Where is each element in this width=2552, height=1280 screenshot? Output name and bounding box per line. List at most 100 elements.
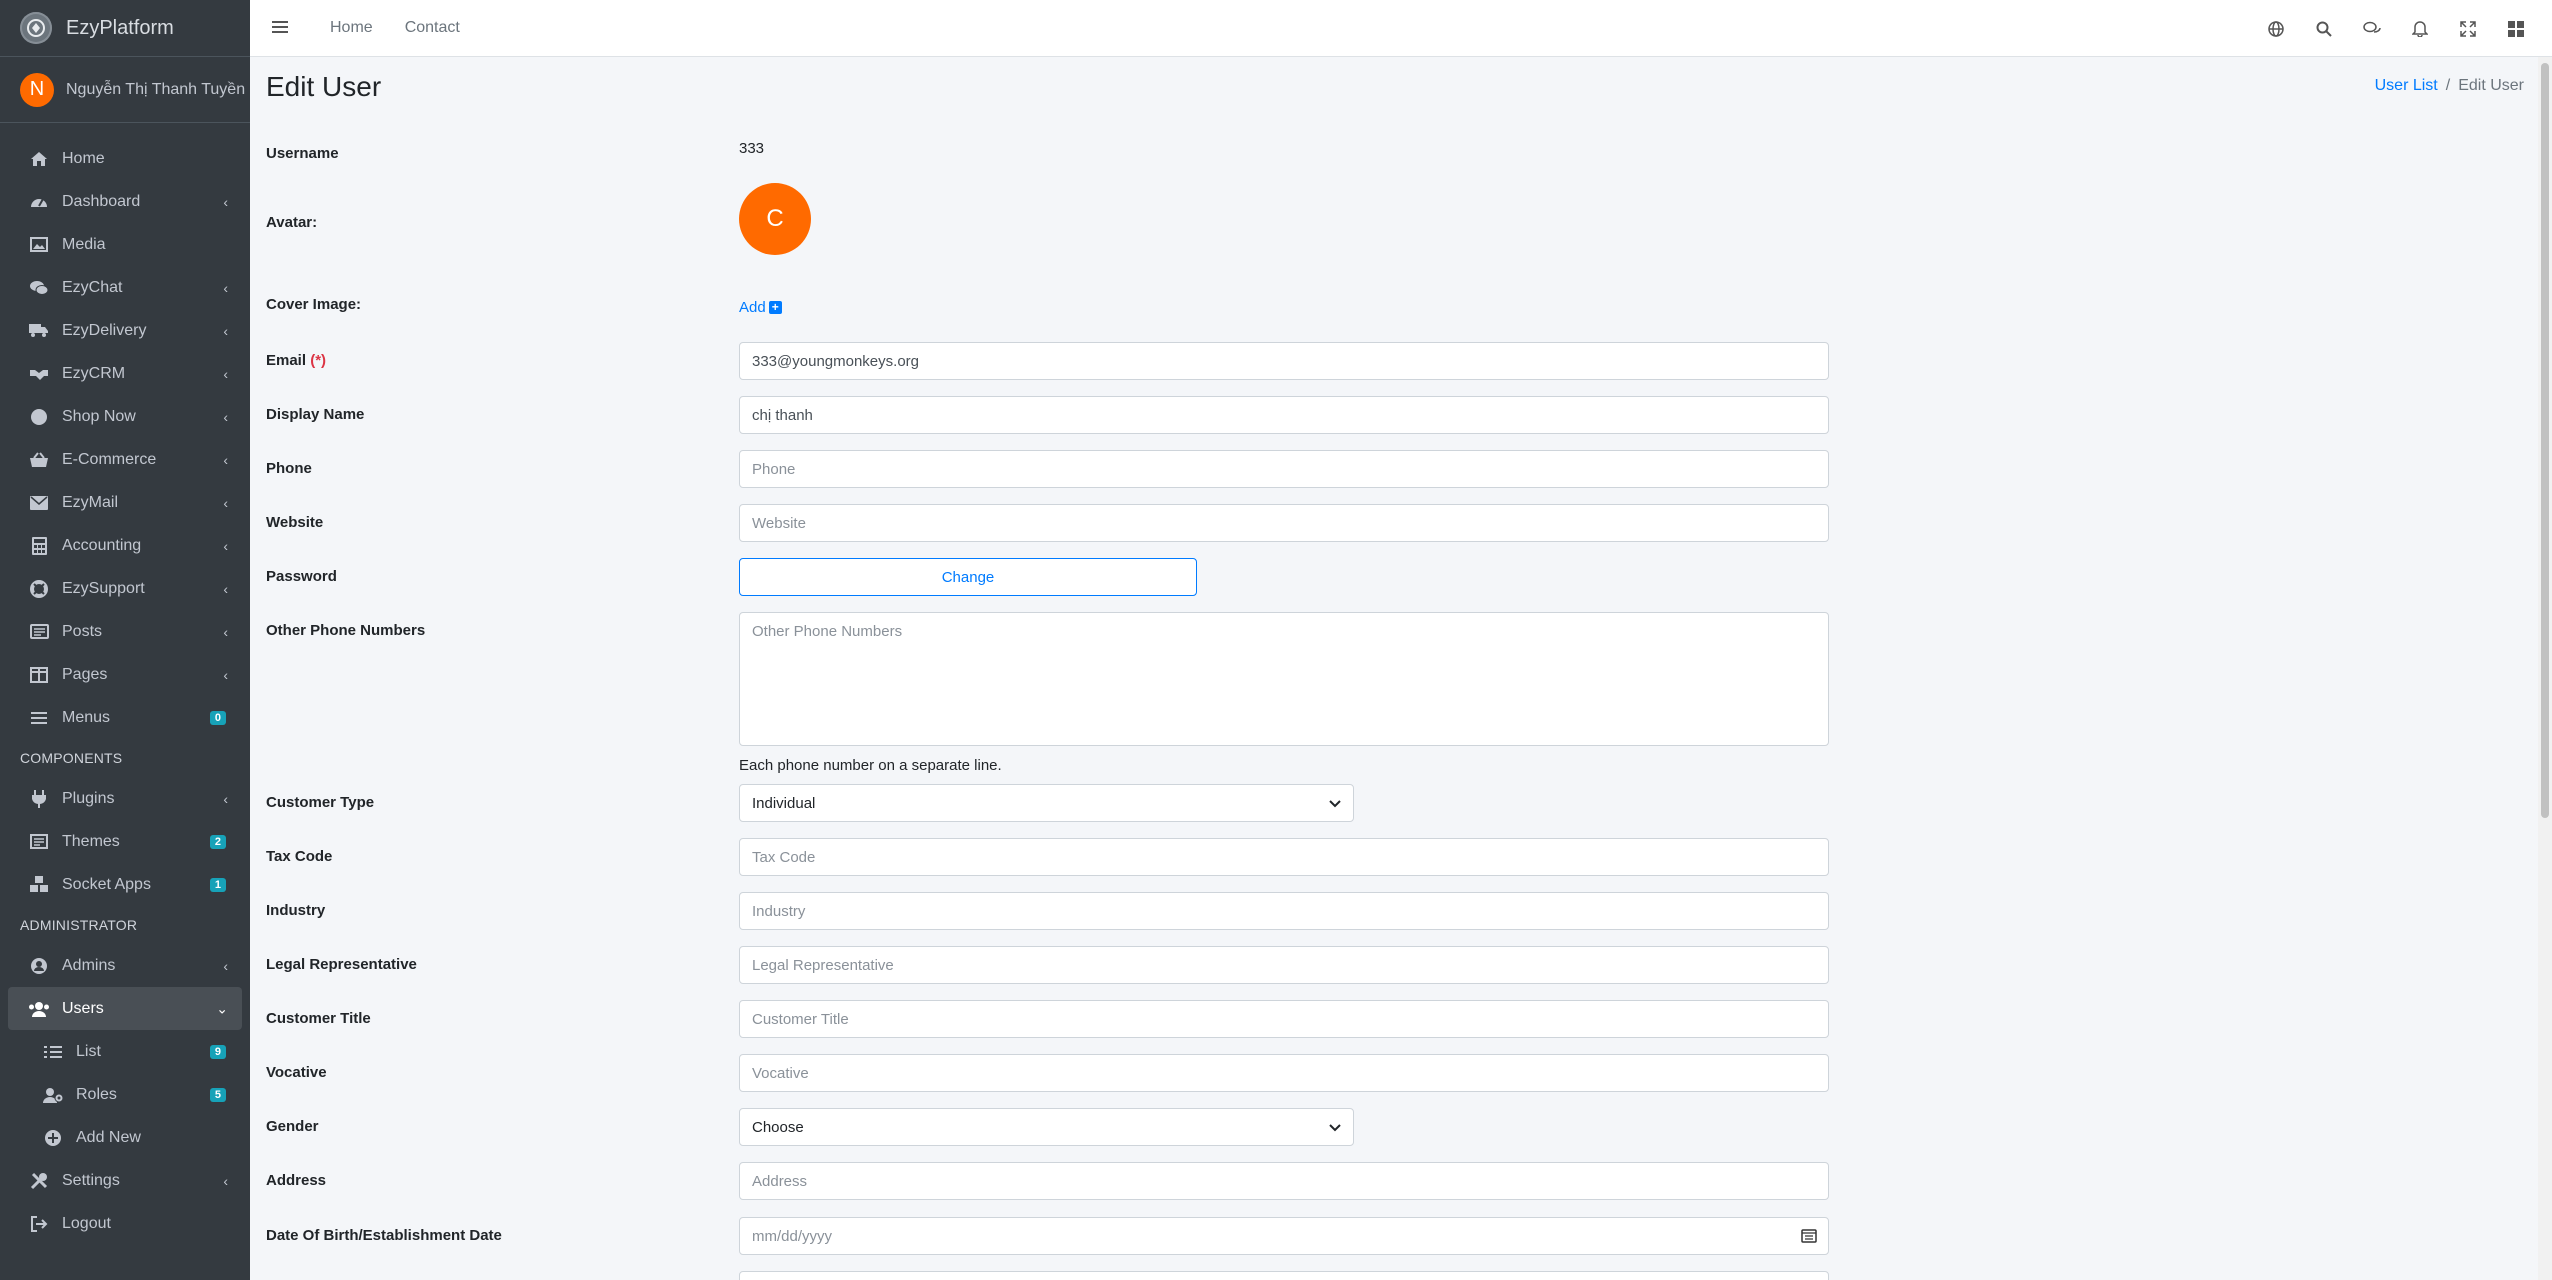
chevron-left-icon: ‹ — [223, 580, 228, 597]
cover-image-add-link[interactable]: Add + — [739, 299, 782, 316]
top-link-home[interactable]: Home — [330, 19, 373, 37]
website-input[interactable] — [739, 504, 1829, 542]
vocative-input[interactable] — [739, 1054, 1829, 1092]
avatar[interactable]: C — [739, 183, 811, 255]
email-label-text: Email — [266, 352, 307, 369]
chevron-left-icon: ‹ — [223, 322, 228, 339]
dob-input[interactable] — [739, 1217, 1829, 1255]
sidebar-item-ezysupport[interactable]: EzySupport ‹ — [0, 567, 250, 610]
columns-icon — [28, 665, 50, 685]
sidebar-item-ezycrm[interactable]: EzyCRM ‹ — [0, 352, 250, 395]
sidebar-item-accounting[interactable]: Accounting ‹ — [0, 524, 250, 567]
expand-icon[interactable] — [2444, 20, 2492, 37]
page-scrollbar[interactable] — [2538, 57, 2552, 1280]
sidebar-item-label: Posts — [62, 622, 103, 640]
image-icon — [28, 235, 50, 255]
gender-label: Gender — [266, 1118, 319, 1135]
next-input-partial[interactable] — [739, 1271, 1829, 1280]
username-value: 333 — [739, 140, 765, 157]
change-password-button[interactable]: Change — [739, 558, 1197, 596]
chevron-left-icon: ‹ — [223, 365, 228, 382]
chevron-down-icon — [1329, 795, 1341, 812]
sidebar-item-themes[interactable]: Themes 2 — [0, 820, 250, 863]
other-phones-label: Other Phone Numbers — [266, 622, 426, 639]
sidebar-item-ezydelivery[interactable]: EzyDelivery ‹ — [0, 309, 250, 352]
sidebar: EzyPlatform N Nguyễn Thị Thanh Tuyền Hom… — [0, 0, 250, 1280]
user-name[interactable]: Nguyễn Thị Thanh Tuyền — [66, 81, 245, 99]
sidebar-item-shop-now[interactable]: Shop Now ‹ — [0, 395, 250, 438]
phone-label: Phone — [266, 460, 312, 477]
scrollbar-thumb[interactable] — [2541, 63, 2549, 818]
username-label: Username — [266, 145, 339, 162]
tax-code-input[interactable] — [739, 838, 1829, 876]
avatar-label: Avatar: — [266, 214, 318, 231]
plus-circle-icon — [42, 1128, 64, 1148]
grid-icon[interactable] — [2492, 20, 2540, 37]
plug-icon — [28, 789, 50, 809]
sidebar-item-menus[interactable]: Menus 0 — [0, 696, 250, 739]
sidebar-item-dashboard[interactable]: Dashboard ‹ — [0, 180, 250, 223]
sidebar-item-e-commerce[interactable]: E-Commerce ‹ — [0, 438, 250, 481]
hamburger-icon[interactable] — [272, 17, 292, 40]
count-badge: 1 — [209, 877, 226, 892]
customer-type-value: Individual — [752, 794, 816, 812]
industry-label: Industry — [266, 902, 326, 919]
calendar-icon[interactable] — [1801, 1228, 1817, 1248]
bars-icon — [28, 708, 50, 728]
sidebar-item-pages[interactable]: Pages ‹ — [0, 653, 250, 696]
comments-icon[interactable] — [2348, 21, 2396, 37]
bell-icon[interactable] — [2396, 20, 2444, 37]
newspaper-icon — [28, 622, 50, 642]
form-row-avatar: Avatar: C — [266, 183, 1846, 259]
chevron-left-icon: ‹ — [223, 957, 228, 974]
sidebar-item-ezymail[interactable]: EzyMail ‹ — [0, 481, 250, 524]
legal-representative-input[interactable] — [739, 946, 1829, 984]
sidebar-item-plugins[interactable]: Plugins ‹ — [0, 777, 250, 820]
sidebar-item-list[interactable]: List 9 — [0, 1030, 250, 1073]
sidebar-item-roles[interactable]: Roles 5 — [0, 1073, 250, 1116]
sidebar-item-admins[interactable]: Admins ‹ — [0, 944, 250, 987]
cover-image-label: Cover Image: — [266, 296, 362, 313]
address-input[interactable] — [739, 1162, 1829, 1200]
sidebar-item-home[interactable]: Home — [0, 137, 250, 180]
count-badge: 2 — [209, 834, 226, 849]
form-row-address: Address — [266, 1162, 1846, 1200]
count-badge: 9 — [209, 1044, 226, 1059]
brand[interactable]: EzyPlatform — [0, 0, 250, 57]
user-panel[interactable]: N Nguyễn Thị Thanh Tuyền — [0, 57, 250, 123]
chevron-left-icon: ‹ — [223, 279, 228, 296]
chevron-left-icon: ‹ — [223, 666, 228, 683]
industry-input[interactable] — [739, 892, 1829, 930]
chevron-left-icon: ‹ — [223, 790, 228, 807]
customer-type-label: Customer Type — [266, 794, 375, 811]
chat-icon — [28, 278, 50, 298]
sidebar-item-media[interactable]: Media — [0, 223, 250, 266]
add-link-text: Add — [739, 299, 766, 316]
sidebar-item-posts[interactable]: Posts ‹ — [0, 610, 250, 653]
breadcrumb-link-user-list[interactable]: User List — [2375, 77, 2438, 94]
customer-title-input[interactable] — [739, 1000, 1829, 1038]
sidebar-item-logout[interactable]: Logout — [0, 1202, 250, 1245]
globe-icon[interactable] — [2252, 20, 2300, 37]
sidebar-item-socket-apps[interactable]: Socket Apps 1 — [0, 863, 250, 906]
sidebar-item-label: Menus — [62, 708, 111, 726]
tools-icon — [28, 1171, 50, 1191]
sidebar-item-ezychat[interactable]: EzyChat ‹ — [0, 266, 250, 309]
display-name-input[interactable] — [739, 396, 1829, 434]
email-field[interactable] — [739, 342, 1829, 380]
gender-select[interactable]: Choose — [739, 1108, 1354, 1146]
list-icon — [42, 1042, 64, 1062]
user-avatar: N — [20, 72, 54, 107]
chevron-left-icon: ‹ — [223, 623, 228, 640]
sidebar-item-users[interactable]: Users ⌄ — [8, 987, 242, 1030]
top-link-contact[interactable]: Contact — [405, 19, 460, 37]
sidebar-item-label: Themes — [62, 832, 120, 850]
sidebar-item-settings[interactable]: Settings ‹ — [0, 1159, 250, 1202]
phone-input[interactable] — [739, 450, 1829, 488]
search-icon[interactable] — [2300, 21, 2348, 37]
customer-type-select[interactable]: Individual — [739, 784, 1354, 822]
sidebar-item-add-new[interactable]: Add New — [0, 1116, 250, 1159]
other-phones-help: Each phone number on a separate line. — [739, 757, 1002, 774]
sidebar-item-label: Logout — [62, 1214, 111, 1232]
other-phones-textarea[interactable] — [739, 612, 1829, 746]
